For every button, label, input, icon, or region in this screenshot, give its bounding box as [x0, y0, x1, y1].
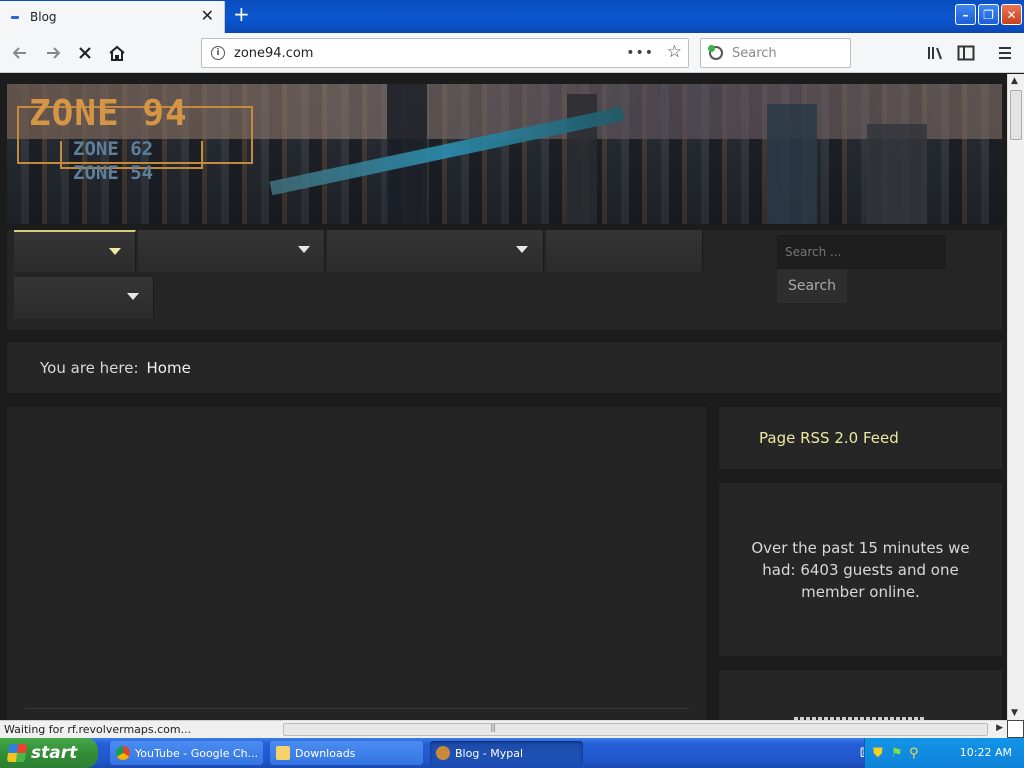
windows-flag-icon [6, 744, 28, 762]
task-downloads[interactable]: Downloads [270, 741, 423, 765]
site-info-icon[interactable]: i [211, 46, 225, 60]
main-menu: Search [7, 230, 1002, 330]
url-bar[interactable]: i zone94.com ••• ☆ [201, 38, 689, 68]
close-window-button[interactable]: ✕ [1001, 4, 1022, 25]
stop-x-icon [79, 47, 91, 59]
window-controls: – ❐ ✕ [955, 4, 1022, 25]
forward-arrow-icon [47, 47, 61, 59]
sidebar-widget [719, 670, 1002, 720]
chevron-down-icon [298, 246, 310, 253]
library-glyph [928, 47, 942, 60]
search-icon [708, 45, 723, 60]
tab-bar: Blog ✕ + – ❐ ✕ [0, 0, 1024, 33]
scrollbar-corner [1007, 720, 1024, 738]
windows-taskbar: start YouTube - Google Ch... Downloads B… [0, 738, 1024, 768]
vertical-scroll-thumb[interactable] [1010, 90, 1022, 140]
tab-close-icon[interactable]: ✕ [201, 8, 214, 24]
library-icon[interactable] [924, 42, 946, 64]
stop-button[interactable] [73, 41, 97, 65]
status-bar: Waiting for rf.revolvermaps.com... [0, 720, 283, 738]
page-favicon-icon [11, 15, 19, 19]
visitor-stats-box: Over the past 15 minutes we had: 6403 gu… [719, 483, 1002, 656]
task-label: Downloads [295, 746, 356, 760]
rss-box: Page RSS 2.0 Feed [719, 407, 1002, 469]
chevron-down-icon [127, 293, 139, 300]
task-label: YouTube - Google Ch... [135, 746, 259, 760]
clock: 10:22 AM [959, 746, 1012, 759]
breadcrumb-prefix: You are here: [40, 358, 139, 377]
breadcrumb: You are here: Home [7, 342, 1002, 393]
vertical-scrollbar[interactable]: ▲ ▼ [1007, 74, 1024, 720]
back-arrow-icon [12, 47, 26, 59]
menu-item-2[interactable] [138, 230, 325, 272]
site-search-button[interactable]: Search [777, 269, 847, 303]
menu-item-3[interactable] [327, 230, 544, 272]
menu-item-4[interactable] [546, 230, 703, 272]
site-logo-main[interactable]: ZONE 94 [29, 96, 188, 132]
search-icon[interactable]: ⚲ [909, 746, 919, 761]
horizontal-scrollbar[interactable]: ▶ [283, 720, 1007, 738]
home-icon [109, 45, 125, 61]
url-text[interactable]: zone94.com [234, 46, 313, 61]
banner-tower [867, 124, 927, 224]
scroll-right-icon[interactable]: ▶ [996, 723, 1003, 733]
tab-title: Blog [30, 10, 57, 24]
web-page: ZONE 94 ZONE 62 ZONE 54 Search You are h… [0, 74, 1007, 720]
rss-feed-link[interactable]: Page RSS 2.0 Feed [759, 429, 899, 447]
task-blog-mypal[interactable]: Blog - Mypal [430, 741, 583, 765]
start-label: start [31, 743, 78, 763]
browser-search-bar[interactable]: Search [700, 38, 851, 68]
task-label: Blog - Mypal [455, 746, 524, 760]
system-tray: ⛊ ⚑ ⚲ 10:22 AM [864, 738, 1024, 768]
chevron-down-icon [516, 246, 528, 253]
breadcrumb-home[interactable]: Home [147, 359, 191, 377]
nav-bar: i zone94.com ••• ☆ Search [0, 33, 1024, 73]
site-banner: ZONE 94 ZONE 62 ZONE 54 [7, 84, 1002, 224]
home-button[interactable] [105, 41, 129, 65]
content-divider [25, 708, 689, 709]
menu-item-1[interactable] [14, 230, 136, 272]
back-button[interactable] [8, 41, 32, 65]
minimize-button[interactable]: – [955, 4, 976, 25]
main-content [7, 407, 706, 720]
banner-tower [767, 104, 817, 224]
mypal-icon [436, 746, 450, 760]
start-button[interactable]: start [0, 738, 98, 768]
sidebar-glyph [957, 45, 975, 61]
hamburger-glyph [999, 47, 1011, 59]
chrome-icon [116, 746, 130, 760]
restore-button[interactable]: ❐ [978, 4, 999, 25]
bookmark-star-icon[interactable]: ☆ [667, 42, 682, 62]
network-icon[interactable]: ⚑ [891, 746, 903, 761]
site-search-input[interactable] [777, 235, 945, 269]
site-logo-sub2: ZONE 54 [73, 162, 154, 184]
site-logo-sub1: ZONE 62 [73, 138, 154, 160]
new-tab-button[interactable]: + [233, 4, 250, 24]
horizontal-scroll-thumb[interactable] [283, 723, 988, 736]
tab-blog[interactable]: Blog ✕ [0, 1, 225, 33]
folder-icon [276, 746, 290, 760]
scroll-up-icon[interactable]: ▲ [1011, 76, 1018, 86]
page-actions-icon[interactable]: ••• [626, 45, 654, 61]
security-shield-icon[interactable]: ⛊ [873, 746, 883, 761]
task-youtube[interactable]: YouTube - Google Ch... [110, 741, 263, 765]
scroll-down-icon[interactable]: ▼ [1011, 708, 1018, 718]
forward-button[interactable] [41, 41, 65, 65]
menu-item-5[interactable] [14, 277, 154, 319]
browser-search-placeholder: Search [732, 45, 777, 61]
visitor-stats-text: Over the past 15 minutes we had: 6403 gu… [751, 538, 970, 601]
sidebar-toggle-icon[interactable] [955, 42, 977, 64]
menu-hamburger-icon[interactable] [994, 42, 1016, 64]
chevron-down-icon [109, 248, 121, 255]
